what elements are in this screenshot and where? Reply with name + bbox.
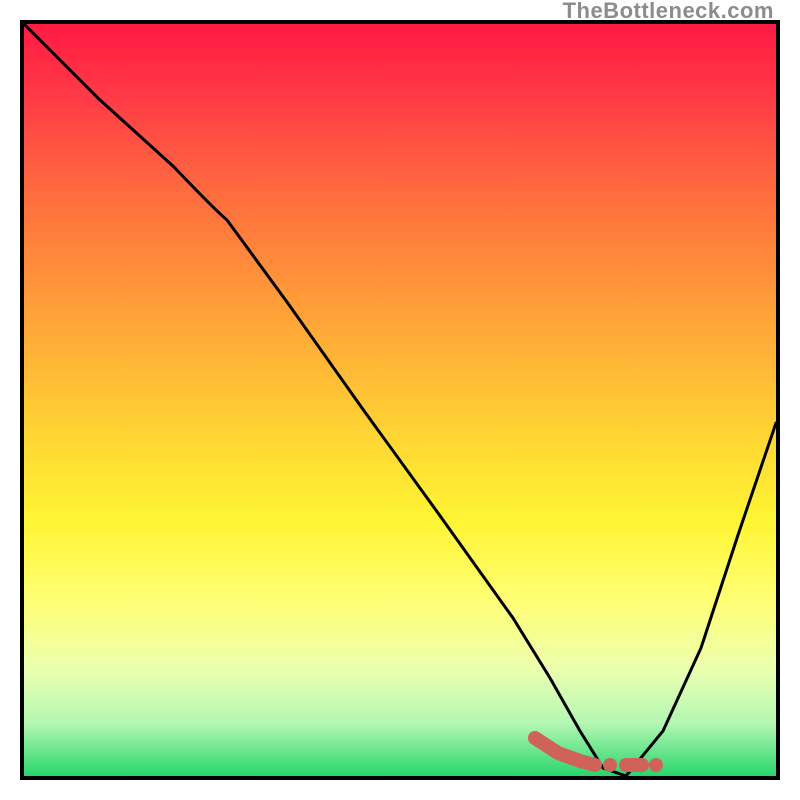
chart-svg: [24, 24, 776, 776]
chart-frame: [20, 20, 780, 780]
main-curve: [24, 24, 776, 776]
attribution-watermark: TheBottleneck.com: [563, 0, 774, 24]
